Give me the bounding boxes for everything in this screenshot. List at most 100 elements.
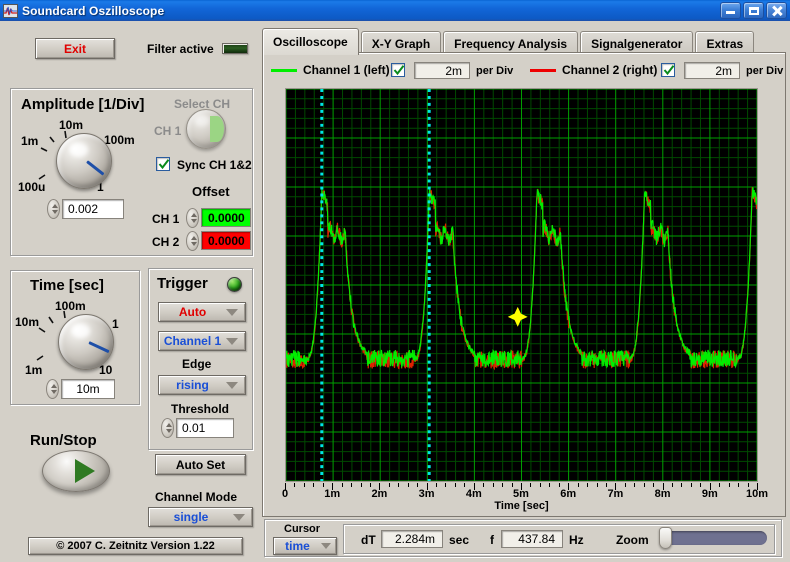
x-axis-tick [351,483,353,487]
offset-ch1-field[interactable]: 0.0000 [201,208,251,227]
x-axis-tick-label: 9m [701,488,718,500]
amplitude-title: Amplitude [1/Div] [21,96,145,113]
chevron-down-icon [226,308,238,316]
amplitude-value-field[interactable]: 0.002 [62,199,124,219]
x-axis-tick [728,483,730,487]
tab-strip: Oscilloscope X-Y Graph Frequency Analysi… [262,28,756,55]
x-axis-tick [605,483,607,487]
chevron-down-icon [233,513,245,521]
channel1-per-div-unit: per Div [476,65,514,77]
x-axis-tick [700,483,702,487]
x-axis-tick [464,483,466,487]
x-axis-tick-label: 2m [371,488,388,500]
maximize-button[interactable] [743,2,764,19]
trigger-edge-dropdown[interactable]: rising [158,375,246,395]
offset-ch1-label: CH 1 [152,212,180,226]
threshold-field[interactable]: 0.01 [176,418,234,438]
frequency-label: f [490,533,494,547]
x-axis-tick [690,483,692,487]
x-axis-tick [539,483,541,487]
sync-channels-label: Sync CH 1&2 [177,158,252,172]
select-ch-value: CH 1 [154,124,182,138]
close-button[interactable] [766,2,787,19]
x-axis-tick [747,483,749,487]
offset-ch2-label: CH 2 [152,235,180,249]
app-icon [3,3,18,18]
threshold-spinner[interactable] [161,418,174,438]
offset-ch1-spinner[interactable] [186,208,199,228]
amplitude-knob[interactable] [56,133,112,189]
x-axis-tick [511,483,513,487]
trigger-source-dropdown[interactable]: Channel 1 [158,331,246,351]
x-axis-tick [549,483,551,487]
x-axis-tick-label: 7m [607,488,624,500]
channel1-enable-checkbox[interactable] [391,63,405,77]
x-axis-tick [577,483,579,487]
auto-set-button[interactable]: Auto Set [155,454,246,475]
channel2-per-div-unit: per Div [746,65,784,77]
x-axis-tick [483,483,485,487]
dt-value-field: 2.284m [381,530,443,548]
filter-active-label: Filter active [147,42,214,56]
channel1-color-swatch [271,69,297,72]
x-axis-tick [502,483,504,487]
minimize-button[interactable] [720,2,741,19]
trigger-threshold-label: Threshold [171,402,230,416]
chevron-down-icon [226,381,238,389]
x-axis-tick-label: 1m [324,488,341,500]
readout-panel: dT 2.284m sec f 437.84 Hz Zoom [343,524,775,554]
zoom-slider-track[interactable] [659,527,767,549]
x-axis-tick [294,483,296,487]
cursor-mode-value: time [285,539,310,553]
zoom-slider-thumb[interactable] [659,527,672,549]
time-value-field[interactable]: 10m [61,379,115,399]
trigger-panel: Trigger Auto Channel 1 Edge rising Thres… [148,268,253,450]
x-axis-tick-label: 0 [281,488,289,500]
chevron-down-icon [321,543,331,549]
channel1-per-div-field[interactable]: 2m [414,62,470,79]
x-axis-tick [738,483,740,487]
time-title: Time [sec] [30,277,104,294]
window-title: Soundcard Oszilloscope [22,3,165,18]
trigger-mode-dropdown[interactable]: Auto [158,302,246,322]
x-axis-tick-label: 5m [513,488,529,500]
x-axis-tick [436,483,438,487]
offset-title: Offset [192,184,230,199]
x-axis-tick [672,483,674,487]
channel2-per-div-field[interactable]: 2m [684,62,740,79]
x-axis-tick [587,483,589,487]
x-axis-tick [681,483,683,487]
offset-ch2-spinner[interactable] [186,231,199,251]
channel-mode-label: Channel Mode [155,490,238,504]
trigger-led [227,277,242,292]
x-axis-tick [492,483,494,487]
x-axis-tick [341,483,343,487]
select-ch-knob[interactable] [186,109,226,149]
frequency-value-field: 437.84 [501,530,563,548]
amplitude-panel: Amplitude [1/Div] 10m 1m 100m 100u 1 0.0… [10,88,253,256]
amplitude-spinner[interactable] [47,199,60,219]
sync-channels-checkbox[interactable] [156,157,170,171]
status-bar: Cursor time dT 2.284m sec f 437.84 Hz Zo… [264,519,782,557]
zoom-label: Zoom [616,533,649,547]
exit-button[interactable]: Exit [35,38,115,59]
channel2-label: Channel 2 (right) [562,63,658,77]
oscilloscope-plot[interactable] [285,88,758,482]
cursor-label: Cursor [284,523,321,535]
copyright-bar: © 2007 C. Zeitnitz Version 1.22 [28,537,243,555]
x-axis-tick [369,483,371,487]
time-spinner[interactable] [46,379,59,399]
app-window: Soundcard Oszilloscope Exit Filter activ… [0,0,790,562]
cursor-mode-dropdown[interactable]: time [273,537,337,555]
offset-ch2-field[interactable]: 0.0000 [201,231,251,250]
channel2-color-swatch [530,69,556,72]
run-stop-button[interactable] [42,450,110,492]
time-knob[interactable] [58,314,114,370]
channel2-enable-checkbox[interactable] [661,63,675,77]
channel-mode-dropdown[interactable]: single [148,507,253,527]
x-axis-tick [445,483,447,487]
tab-oscilloscope[interactable]: Oscilloscope [262,28,359,55]
x-axis-tick-label: 10m [745,488,769,500]
x-axis-tick [388,483,390,487]
dt-unit-label: sec [449,533,470,547]
